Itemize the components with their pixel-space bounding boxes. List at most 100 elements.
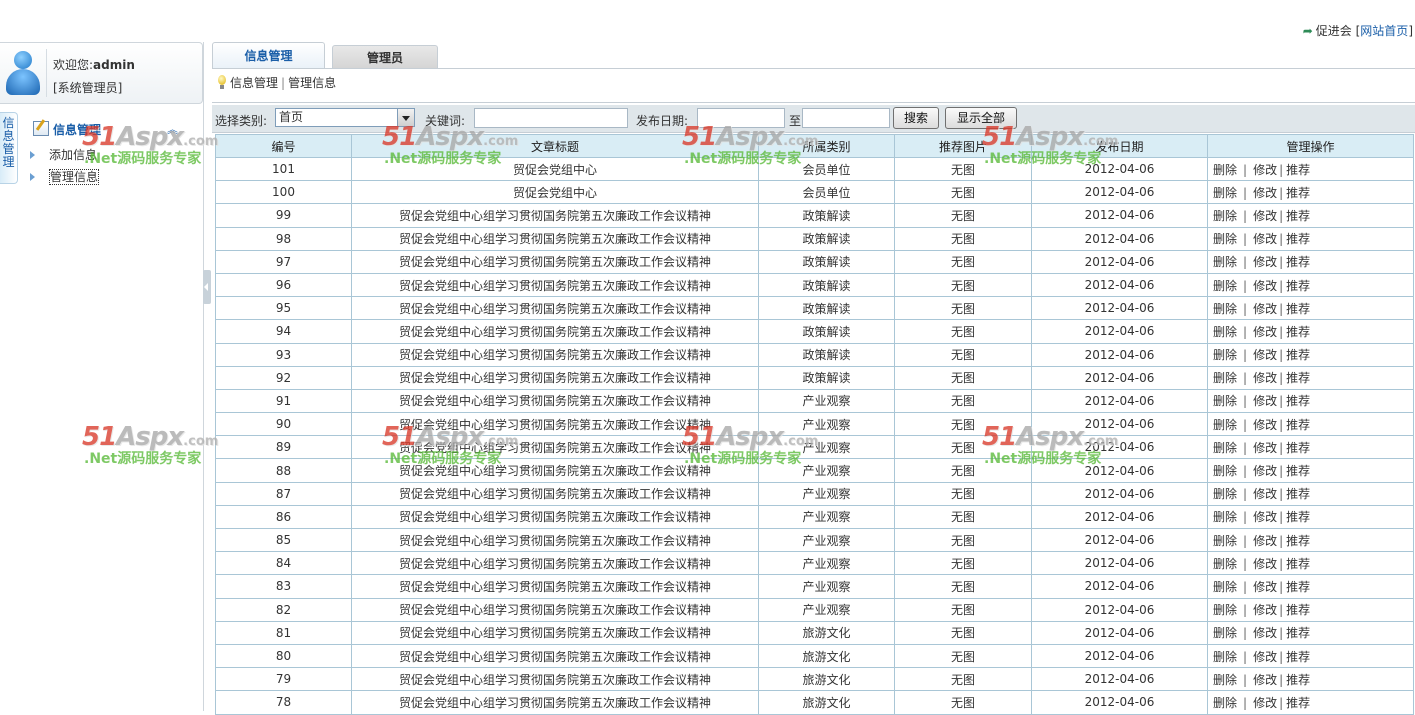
recommend-link[interactable]: 推荐: [1286, 209, 1310, 223]
recommend-link[interactable]: 推荐: [1286, 163, 1310, 177]
edit-link[interactable]: 修改: [1253, 209, 1277, 223]
edit-link[interactable]: 修改: [1253, 371, 1277, 385]
recommend-link[interactable]: 推荐: [1286, 186, 1310, 200]
edit-link[interactable]: 修改: [1253, 557, 1277, 571]
edit-link[interactable]: 修改: [1253, 534, 1277, 548]
recommend-link[interactable]: 推荐: [1286, 626, 1310, 640]
edit-link[interactable]: 修改: [1253, 580, 1277, 594]
vtab-char: 理: [2, 155, 15, 169]
recommend-link[interactable]: 推荐: [1286, 371, 1310, 385]
recommend-link[interactable]: 推荐: [1286, 696, 1310, 710]
edit-link[interactable]: 修改: [1253, 279, 1277, 293]
edit-link[interactable]: 修改: [1253, 441, 1277, 455]
delete-link[interactable]: 删除: [1213, 510, 1237, 524]
recommend-link[interactable]: 推荐: [1286, 394, 1310, 408]
recommend-link[interactable]: 推荐: [1286, 510, 1310, 524]
delete-link[interactable]: 删除: [1213, 557, 1237, 571]
date-from-input[interactable]: [697, 108, 785, 128]
delete-link[interactable]: 删除: [1213, 534, 1237, 548]
delete-link[interactable]: 删除: [1213, 394, 1237, 408]
edit-link[interactable]: 修改: [1253, 394, 1277, 408]
cell-id: 88: [215, 458, 352, 483]
delete-link[interactable]: 删除: [1213, 163, 1237, 177]
recommend-link[interactable]: 推荐: [1286, 418, 1310, 432]
cell-id: 95: [215, 296, 352, 321]
recommend-link[interactable]: 推荐: [1286, 302, 1310, 316]
edit-link[interactable]: 修改: [1253, 464, 1277, 478]
recommend-link[interactable]: 推荐: [1286, 325, 1310, 339]
edit-link[interactable]: 修改: [1253, 673, 1277, 687]
recommend-link[interactable]: 推荐: [1286, 557, 1310, 571]
cell-id: 85: [215, 527, 352, 553]
menu-title[interactable]: 信息管理: [33, 121, 101, 138]
recommend-link[interactable]: 推荐: [1286, 487, 1310, 501]
home-link[interactable]: 网站首页: [1360, 24, 1408, 38]
delete-link[interactable]: 删除: [1213, 580, 1237, 594]
cell-image: 无图: [894, 504, 1032, 530]
chevron-up-icon[interactable]: ︽: [167, 121, 178, 137]
edit-link[interactable]: 修改: [1253, 255, 1277, 269]
date-to-input[interactable]: [802, 108, 890, 128]
recommend-link[interactable]: 推荐: [1286, 603, 1310, 617]
edit-link[interactable]: 修改: [1253, 418, 1277, 432]
edit-link[interactable]: 修改: [1253, 163, 1277, 177]
edit-link[interactable]: 修改: [1253, 232, 1277, 246]
tab-info-management[interactable]: 信息管理: [212, 42, 325, 69]
category-select[interactable]: 首页: [275, 108, 415, 127]
menu-item-add-info[interactable]: 添加信息: [30, 146, 97, 163]
edit-link[interactable]: 修改: [1253, 626, 1277, 640]
edit-link[interactable]: 修改: [1253, 348, 1277, 362]
recommend-link[interactable]: 推荐: [1286, 348, 1310, 362]
edit-link[interactable]: 修改: [1253, 696, 1277, 710]
delete-link[interactable]: 删除: [1213, 626, 1237, 640]
cell-category: 产业观察: [758, 551, 895, 576]
edit-link[interactable]: 修改: [1253, 186, 1277, 200]
delete-link[interactable]: 删除: [1213, 441, 1237, 455]
collapse-sidebar-handle[interactable]: [203, 270, 211, 304]
recommend-link[interactable]: 推荐: [1286, 650, 1310, 664]
delete-link[interactable]: 删除: [1213, 464, 1237, 478]
edit-link[interactable]: 修改: [1253, 603, 1277, 617]
recommend-link[interactable]: 推荐: [1286, 441, 1310, 455]
op-separator: |: [1243, 695, 1248, 710]
delete-link[interactable]: 删除: [1213, 255, 1237, 269]
delete-link[interactable]: 删除: [1213, 325, 1237, 339]
edit-link[interactable]: 修改: [1253, 510, 1277, 524]
menu-item-manage-info[interactable]: 管理信息: [30, 168, 100, 185]
show-all-button[interactable]: 显示全部: [945, 107, 1017, 129]
edit-link[interactable]: 修改: [1253, 325, 1277, 339]
recommend-link[interactable]: 推荐: [1286, 255, 1310, 269]
edit-link[interactable]: 修改: [1253, 487, 1277, 501]
recommend-link[interactable]: 推荐: [1286, 534, 1310, 548]
delete-link[interactable]: 删除: [1213, 418, 1237, 432]
delete-link[interactable]: 删除: [1213, 487, 1237, 501]
tab-admin[interactable]: 管理员: [332, 45, 438, 69]
delete-link[interactable]: 删除: [1213, 348, 1237, 362]
recommend-link[interactable]: 推荐: [1286, 464, 1310, 478]
delete-link[interactable]: 删除: [1213, 650, 1237, 664]
recommend-link[interactable]: 推荐: [1286, 580, 1310, 594]
recommend-link[interactable]: 推荐: [1286, 232, 1310, 246]
search-button[interactable]: 搜索: [893, 107, 939, 129]
cell-title: 贸促会党组中心: [351, 180, 759, 205]
cell-category: 会员单位: [758, 180, 895, 205]
edit-link[interactable]: 修改: [1253, 650, 1277, 664]
table-row: 80 贸促会党组中心组学习贯彻国务院第五次廉政工作会议精神 旅游文化 无图 2012-0…: [215, 643, 1414, 669]
delete-link[interactable]: 删除: [1213, 673, 1237, 687]
vertical-tab-info-management[interactable]: 信 息 管 理: [0, 112, 18, 184]
delete-link[interactable]: 删除: [1213, 302, 1237, 316]
chevron-down-icon[interactable]: [397, 109, 414, 126]
watermark-brand-com: .com: [183, 134, 219, 149]
delete-link[interactable]: 删除: [1213, 603, 1237, 617]
username: admin: [93, 58, 135, 72]
delete-link[interactable]: 删除: [1213, 371, 1237, 385]
delete-link[interactable]: 删除: [1213, 232, 1237, 246]
recommend-link[interactable]: 推荐: [1286, 673, 1310, 687]
delete-link[interactable]: 删除: [1213, 279, 1237, 293]
delete-link[interactable]: 删除: [1213, 696, 1237, 710]
recommend-link[interactable]: 推荐: [1286, 279, 1310, 293]
delete-link[interactable]: 删除: [1213, 209, 1237, 223]
delete-link[interactable]: 删除: [1213, 186, 1237, 200]
edit-link[interactable]: 修改: [1253, 302, 1277, 316]
keyword-input[interactable]: [474, 108, 628, 128]
